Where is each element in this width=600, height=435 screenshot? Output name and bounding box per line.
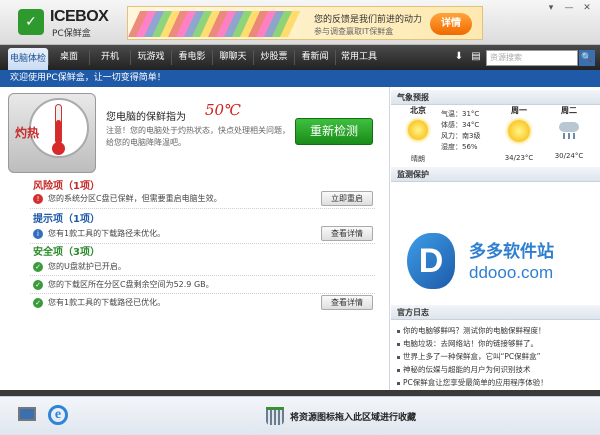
freshness-title: 您电脑的保鲜指为 bbox=[106, 112, 186, 123]
forecast-temp: 30/24°C bbox=[554, 152, 584, 160]
item-text: 您有1款工具的下载路径已优化。 bbox=[48, 298, 166, 307]
watermark-line2: ddooo.com bbox=[469, 263, 554, 282]
tab-games[interactable]: 玩游戏 bbox=[131, 45, 171, 70]
basket-icon bbox=[266, 407, 284, 425]
title-bar: ✓ ICEBOX PC保鲜盒 您的反馈是我们前进的动力 参与调查赢取IT保鲜盒 … bbox=[0, 0, 600, 45]
risk-section-title: 风险项（1项） bbox=[33, 181, 100, 192]
search-icon[interactable]: 🔍 bbox=[579, 50, 595, 66]
watermark-logo: D bbox=[407, 233, 455, 289]
check-icon: ✓ bbox=[33, 280, 43, 290]
stat-wind: 风力：南3级 bbox=[441, 132, 481, 140]
divider bbox=[30, 275, 375, 276]
log-link[interactable]: PC保鲜盒让您享受最简单的应用程序体验！ bbox=[397, 377, 548, 388]
item-text: 您的下载区所在分区C盘剩余空间为52.9 GB。 bbox=[48, 280, 214, 289]
banner-line1: 您的反馈是我们前进的动力 bbox=[314, 15, 423, 25]
freshness-value: 50℃ bbox=[205, 101, 241, 119]
list-item: ! 您的系统分区C盘已保鲜，但需要重启电脑生效。 立即重启 bbox=[33, 191, 373, 206]
stat-feels: 体感：34°C bbox=[441, 121, 480, 129]
rain-icon bbox=[557, 120, 581, 140]
info-icon: i bbox=[33, 229, 43, 239]
banner-details-button[interactable]: 详情 bbox=[430, 13, 472, 35]
weather-stats: 气温：31°C 体感：34°C 风力：南3级 湿度：56% bbox=[441, 109, 480, 153]
item-text: 您有1款工具的下载路径未优化。 bbox=[48, 229, 166, 238]
forecast-day-name: 周二 bbox=[561, 106, 577, 115]
app-logo-icon: ✓ bbox=[18, 9, 44, 35]
safe-section-title: 安全项（3项） bbox=[33, 247, 100, 258]
forecast-temp: 34/23°C bbox=[504, 154, 534, 162]
view-details-button[interactable]: 查看详情 bbox=[321, 226, 373, 241]
tab-movies[interactable]: 看电影 bbox=[172, 45, 212, 70]
tab-stocks[interactable]: 炒股票 bbox=[254, 45, 294, 70]
check-icon: ✓ bbox=[33, 262, 43, 272]
divider bbox=[30, 208, 375, 209]
list-item: i 您有1款工具的下载路径未优化。 查看详情 bbox=[33, 226, 373, 241]
minimize-icon[interactable]: — bbox=[562, 2, 576, 14]
stat-humidity: 湿度：56% bbox=[441, 143, 478, 151]
banner-line2: 参与调查赢取IT保鲜盒 bbox=[314, 27, 394, 36]
menu-dropdown-icon[interactable]: ▾ bbox=[544, 2, 558, 14]
today-condition: 晴朗 bbox=[411, 155, 425, 163]
tab-tools[interactable]: 常用工具 bbox=[336, 45, 382, 70]
tab-startup[interactable]: 开机 bbox=[90, 45, 130, 70]
tab-desktop[interactable]: 桌面 bbox=[49, 45, 89, 70]
list-item: ✓ 您的下载区所在分区C盘剩余空间为52.9 GB。 bbox=[33, 278, 373, 292]
item-text: 您的系统分区C盘已保鲜，但需要重启电脑生效。 bbox=[48, 194, 222, 203]
list-item: ✓ 您的U盘就护已开启。 bbox=[33, 260, 373, 274]
watermark: D 多多软件站 ddooo.com bbox=[399, 227, 594, 297]
nav-tabs: 电脑体检 桌面 开机 玩游戏 看电影 聊聊天 炒股票 看新闻 常用工具 bbox=[8, 45, 382, 70]
weather-today: 北京 晴朗 bbox=[393, 105, 443, 164]
freshness-description: 注意！您的电脑处于灼热状态，快点处理相关问题，给您的电脑降降温吧。 bbox=[106, 126, 290, 147]
view-details-button[interactable]: 查看详情 bbox=[321, 295, 373, 310]
tip-section-title: 提示项（1项） bbox=[33, 214, 100, 225]
search-input[interactable]: 资源搜索 bbox=[486, 50, 578, 66]
recheck-button[interactable]: 重新检测 bbox=[295, 118, 373, 145]
forecast-day: 周一 34/23°C bbox=[494, 105, 544, 162]
heat-badge: 灼热 bbox=[15, 126, 40, 140]
pencils-graphic bbox=[127, 11, 301, 37]
folder-icon[interactable]: ▤ bbox=[469, 50, 483, 64]
window-controls: ▾ — ✕ bbox=[544, 2, 594, 14]
tab-pc-checkup[interactable]: 电脑体检 bbox=[8, 48, 48, 70]
welcome-message: 欢迎使用PC保鲜盒，让一切变得简单！ bbox=[0, 70, 600, 87]
check-icon: ✓ bbox=[33, 298, 43, 308]
tab-news[interactable]: 看新闻 bbox=[295, 45, 335, 70]
weather-header: 气象预报 bbox=[391, 90, 600, 105]
app-brand: ICEBOX bbox=[50, 8, 109, 25]
download-icon[interactable]: ⬇ bbox=[452, 50, 466, 64]
restart-now-button[interactable]: 立即重启 bbox=[321, 191, 373, 206]
watermark-line1: 多多软件站 bbox=[469, 242, 554, 262]
ie-browser-icon[interactable]: e bbox=[48, 405, 68, 425]
warning-icon: ! bbox=[33, 194, 43, 204]
list-item: ✓ 您有1款工具的下载路径已优化。 查看详情 bbox=[33, 295, 373, 310]
log-link[interactable]: 你的电脑够鲜吗？测试你的电脑保鲜程度！ bbox=[397, 325, 546, 336]
ad-banner[interactable]: 您的反馈是我们前进的动力 参与调查赢取IT保鲜盒 详情 bbox=[127, 6, 483, 40]
checkup-panel: 灼热 您电脑的保鲜指为 50℃ 注意！您的电脑处于灼热状态，快点处理相关问题，给… bbox=[0, 87, 390, 390]
drop-zone-label: 将资源图标拖入此区域进行收藏 bbox=[290, 413, 417, 423]
divider bbox=[30, 293, 375, 294]
thermometer-graphic: 灼热 bbox=[8, 93, 96, 173]
nav-bar: 电脑体检 桌面 开机 玩游戏 看电影 聊聊天 炒股票 看新闻 常用工具 ⬇ ▤ … bbox=[0, 45, 600, 70]
log-link[interactable]: 电脑垃圾：去网络站！你的链接够鲜了。 bbox=[397, 338, 538, 349]
stat-temp: 气温：31°C bbox=[441, 110, 480, 118]
city-name: 北京 bbox=[410, 106, 426, 115]
sun-icon bbox=[508, 120, 530, 142]
sun-icon bbox=[408, 120, 428, 140]
side-panel: 气象预报 北京 晴朗 气温：31°C 体感：34°C 风力：南3级 湿度：56%… bbox=[391, 87, 600, 390]
computer-icon[interactable] bbox=[18, 407, 36, 421]
forecast-day-name: 周一 bbox=[511, 106, 527, 115]
log-header: 官方日志 bbox=[391, 305, 600, 320]
item-text: 您的U盘就护已开启。 bbox=[48, 262, 126, 271]
app-subtitle: PC保鲜盒 bbox=[52, 29, 91, 39]
monitor-header: 监测保护 bbox=[391, 167, 600, 182]
close-icon[interactable]: ✕ bbox=[580, 2, 594, 14]
favorites-dock: e 将资源图标拖入此区域进行收藏 bbox=[0, 396, 600, 435]
tab-chat[interactable]: 聊聊天 bbox=[213, 45, 253, 70]
log-link[interactable]: 世界上多了一种保鲜盒，它叫“PC保鲜盒” bbox=[397, 351, 541, 362]
thermometer-bulb bbox=[52, 142, 65, 155]
log-link[interactable]: 神秘的伝媒与超能的月户为何识别技术 bbox=[397, 364, 531, 375]
forecast-day: 周二 30/24°C bbox=[544, 105, 594, 160]
